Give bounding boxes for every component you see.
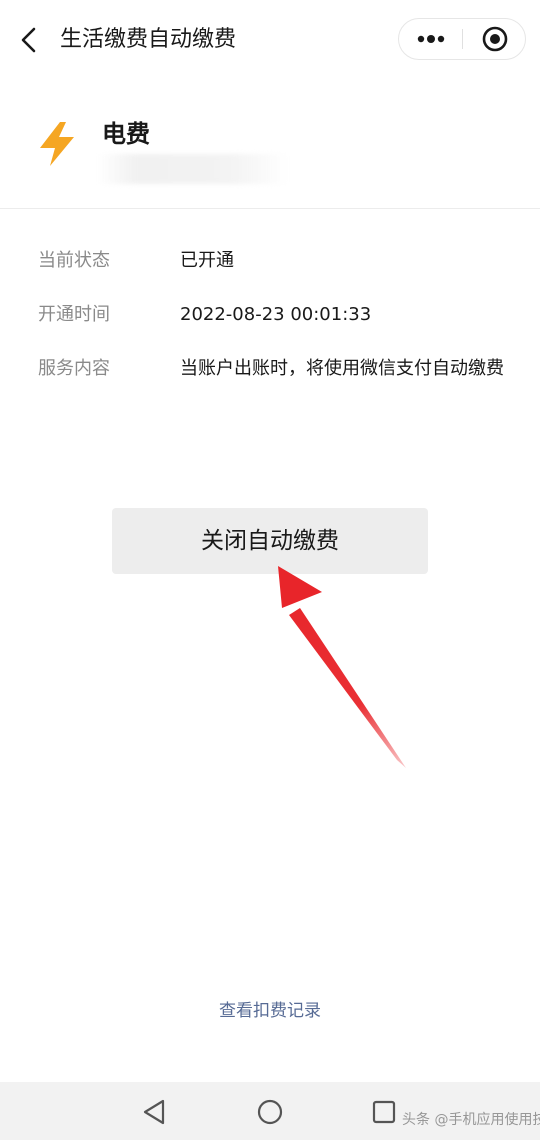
- info-label: 开通时间: [38, 304, 110, 325]
- more-button[interactable]: [399, 19, 462, 59]
- miniprogram-capsule: [398, 18, 526, 60]
- blurred-account-info: [98, 154, 288, 184]
- nav-home-button[interactable]: [252, 1094, 288, 1130]
- section-divider: [0, 208, 540, 209]
- nav-recents-button[interactable]: [366, 1094, 402, 1130]
- info-label: 服务内容: [38, 358, 110, 379]
- info-value: 已开通: [180, 250, 234, 271]
- nav-back-button[interactable]: [136, 1094, 172, 1130]
- more-dots-icon: [417, 35, 445, 43]
- biller-header: 电费: [0, 80, 540, 208]
- miniprogram-close-icon: [482, 26, 508, 52]
- view-records-link[interactable]: 查看扣费记录: [0, 998, 540, 1024]
- nav-home-circle-icon: [257, 1099, 283, 1125]
- back-chevron-icon: [21, 27, 36, 53]
- watermark: 头条 @手机应用使用技: [402, 1112, 540, 1128]
- nav-recents-square-icon: [372, 1100, 396, 1124]
- top-bar: 生活缴费自动缴费: [0, 0, 540, 80]
- miniprogram-close-button[interactable]: [463, 19, 526, 59]
- info-label: 当前状态: [38, 250, 110, 271]
- lightning-bolt-icon: [36, 120, 80, 168]
- info-value: 2022-08-23 00:01:33: [180, 304, 372, 325]
- page-title: 生活缴费自动缴费: [60, 27, 237, 52]
- back-button[interactable]: [14, 22, 46, 58]
- auto-pay-page: 生活缴费自动缴费 电费 当前状态 已开通 开通时间 2022-08-23 00:…: [0, 0, 540, 1140]
- close-auto-pay-button[interactable]: 关闭自动缴费: [112, 508, 428, 574]
- nav-back-triangle-icon: [143, 1099, 165, 1125]
- info-value: 当账户出账时，将使用微信支付自动缴费: [180, 358, 504, 379]
- biller-name: 电费: [102, 120, 150, 148]
